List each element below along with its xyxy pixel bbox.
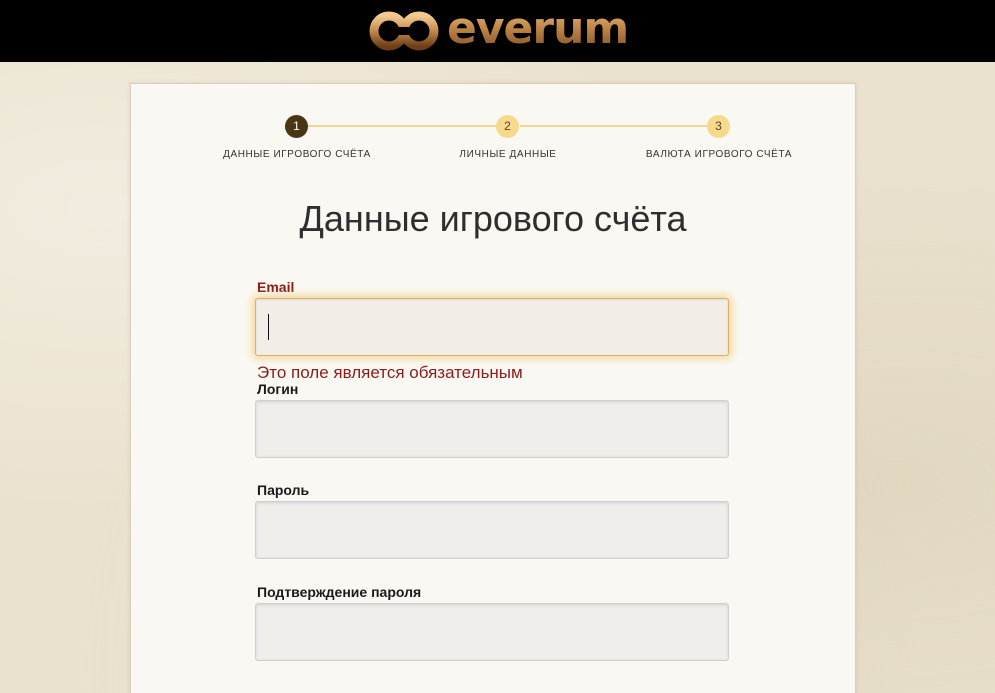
step-2-label: ЛИЧНЫЕ ДАННЫЕ bbox=[459, 149, 557, 160]
password-field[interactable] bbox=[255, 501, 729, 559]
step-connector bbox=[520, 125, 720, 127]
email-error-message: Это поле является обязательным bbox=[257, 363, 523, 382]
text-caret bbox=[268, 314, 269, 340]
step-3-indicator: 3 bbox=[707, 115, 730, 138]
login-label: Логин bbox=[257, 381, 299, 397]
registration-card: 1 2 3 ДАННЫЕ ИГРОВОГО СЧЁТА ЛИЧНЫЕ ДАННЫ… bbox=[130, 83, 856, 693]
password-confirm-field[interactable] bbox=[255, 603, 729, 661]
email-field[interactable] bbox=[255, 298, 729, 356]
everum-logo[interactable]: everum bbox=[369, 3, 629, 54]
step-1-label: ДАННЫЕ ИГРОВОГО СЧЁТА bbox=[223, 149, 371, 160]
step-1-indicator: 1 bbox=[285, 115, 308, 138]
step-progress: 1 2 3 ДАННЫЕ ИГРОВОГО СЧЁТА ЛИЧНЫЕ ДАННЫ… bbox=[131, 84, 855, 174]
logo-text: everum bbox=[447, 2, 629, 54]
email-label: Email bbox=[257, 279, 295, 295]
site-header: everum bbox=[0, 0, 995, 62]
step-connector bbox=[308, 125, 508, 127]
password-label: Пароль bbox=[257, 482, 310, 498]
everum-logo-mark-icon bbox=[369, 11, 439, 51]
login-field[interactable] bbox=[255, 400, 729, 458]
form-title: Данные игрового счёта bbox=[299, 198, 687, 239]
step-2-indicator: 2 bbox=[496, 115, 519, 138]
password-confirm-label: Подтверждение пароля bbox=[257, 584, 422, 600]
step-3-label: ВАЛЮТА ИГРОВОГО СЧЁТА bbox=[645, 149, 793, 160]
